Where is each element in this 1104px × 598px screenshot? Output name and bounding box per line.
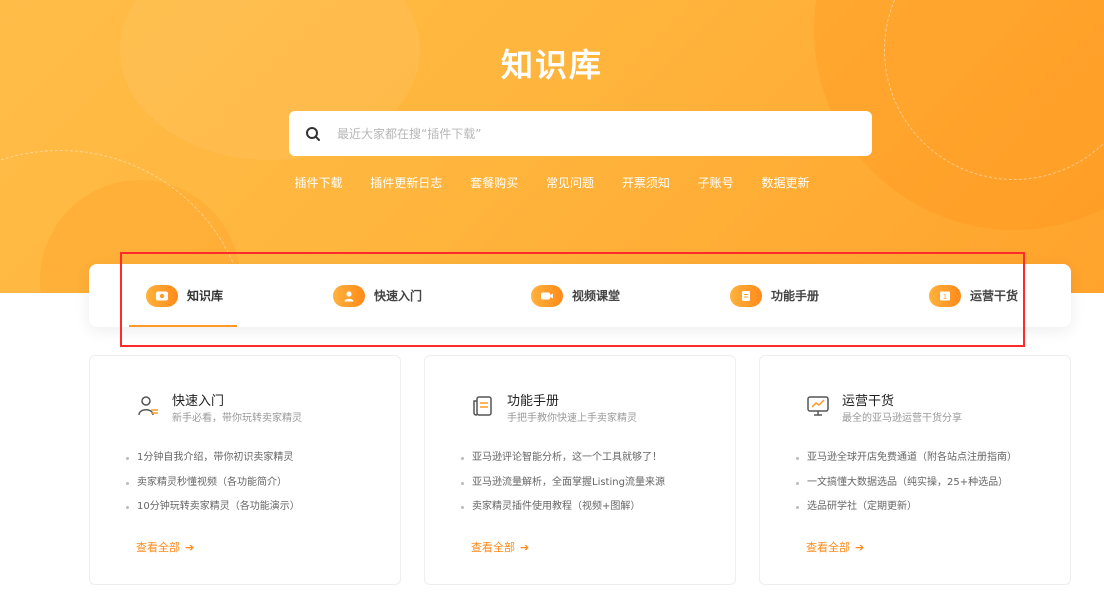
quick-link-plugin-download[interactable]: 插件下载	[294, 176, 342, 190]
quick-link-faq[interactable]: 常见问题	[546, 176, 594, 190]
tab-operations-tips[interactable]: 1 运营干货	[929, 264, 1018, 327]
chart-icon	[807, 396, 829, 416]
card-title: 功能手册	[507, 394, 560, 409]
article-link[interactable]: 亚马逊评论智能分析，这一个工具就够了！	[461, 451, 665, 476]
document-icon	[730, 284, 762, 307]
tab-label: 快速入门	[374, 289, 423, 303]
feature-manual-card: 功能手册 手把手教你快速上手卖家精灵 亚马逊评论智能分析，这一个工具就够了！ 亚…	[424, 355, 736, 585]
svg-text:1: 1	[943, 293, 947, 301]
active-tab-indicator	[129, 325, 237, 327]
tab-feature-manual[interactable]: 功能手册	[730, 264, 819, 327]
tab-knowledge-base[interactable]: 知识库	[146, 264, 223, 327]
article-link[interactable]: 一文搞懂大数据选品（纯实操，25+种选品）	[796, 476, 1017, 501]
article-link[interactable]: 10分钟玩转卖家精灵（各功能演示）	[126, 500, 300, 525]
view-all-link[interactable]: 查看全部 ➔	[136, 539, 194, 555]
quick-link-plugin-changelog[interactable]: 插件更新日志	[370, 176, 442, 190]
document-icon	[473, 396, 492, 416]
article-link[interactable]: 亚马逊流量解析，全面掌握Listing流量来源	[461, 476, 665, 501]
article-link[interactable]: 卖家精灵插件使用教程（视频+图解）	[461, 500, 665, 525]
tab-video-class[interactable]: 视频课堂	[531, 264, 620, 327]
view-all-link[interactable]: 查看全部 ➔	[806, 539, 864, 555]
article-link[interactable]: 亚马逊全球开店免费通道（附各站点注册指南）	[796, 451, 1017, 476]
quick-start-card: 快速入门 新手必看，带你玩转卖家精灵 1分钟自我介绍，带你初识卖家精灵 卖家精灵…	[89, 355, 401, 585]
article-link[interactable]: 选品研学社（定期更新）	[796, 500, 1017, 525]
view-all-label: 查看全部	[471, 541, 515, 554]
wallet-icon	[146, 284, 178, 307]
arrow-right-icon: ➔	[855, 540, 865, 554]
video-icon	[531, 284, 563, 307]
view-all-label: 查看全部	[806, 541, 850, 554]
arrow-right-icon: ➔	[520, 540, 530, 554]
quick-link-data-update[interactable]: 数据更新	[762, 176, 810, 190]
tab-label: 视频课堂	[572, 289, 621, 303]
card-article-list: 1分钟自我介绍，带你初识卖家精灵 卖家精灵秒懂视频（各功能简介） 10分钟玩转卖…	[126, 451, 300, 525]
user-icon	[333, 284, 365, 307]
card-title: 快速入门	[172, 394, 225, 409]
quick-link-package-purchase[interactable]: 套餐购买	[470, 176, 518, 190]
tab-quick-start[interactable]: 快速入门	[333, 264, 422, 327]
card-article-list: 亚马逊全球开店免费通道（附各站点注册指南） 一文搞懂大数据选品（纯实操，25+种…	[796, 451, 1017, 525]
card-subtitle: 最全的亚马逊运营干货分享	[842, 413, 962, 424]
hero-banner: 知识库 插件下载 插件更新日志 套餐购买 常见问题 开票须知 子账号 数据更新	[0, 0, 1104, 293]
view-all-link[interactable]: 查看全部 ➔	[471, 539, 529, 555]
tab-label: 功能手册	[771, 289, 820, 303]
article-link[interactable]: 卖家精灵秒懂视频（各功能简介）	[126, 476, 300, 501]
chart-icon: 1	[929, 284, 961, 307]
search-icon[interactable]	[305, 126, 321, 142]
search-input[interactable]	[337, 111, 872, 156]
tab-label: 运营干货	[970, 289, 1019, 303]
quick-links: 插件下载 插件更新日志 套餐购买 常见问题 开票须知 子账号 数据更新	[0, 174, 1104, 191]
category-tabs: 知识库 快速入门 视频课堂 功能手册 1 运营干货	[89, 264, 1071, 327]
quick-link-sub-account[interactable]: 子账号	[698, 176, 734, 190]
arrow-right-icon: ➔	[185, 540, 195, 554]
operations-tips-card: 运营干货 最全的亚马逊运营干货分享 亚马逊全球开店免费通道（附各站点注册指南） …	[759, 355, 1071, 585]
card-article-list: 亚马逊评论智能分析，这一个工具就够了！ 亚马逊流量解析，全面掌握Listing流…	[461, 451, 665, 525]
search-box[interactable]	[289, 111, 872, 156]
page-title: 知识库	[500, 46, 603, 84]
user-icon	[138, 396, 158, 416]
tab-label: 知识库	[187, 289, 224, 303]
card-title: 运营干货	[842, 394, 895, 409]
card-subtitle: 新手必看，带你玩转卖家精灵	[172, 413, 302, 424]
article-link[interactable]: 1分钟自我介绍，带你初识卖家精灵	[126, 451, 300, 476]
card-subtitle: 手把手教你快速上手卖家精灵	[507, 413, 637, 424]
quick-link-invoice-notes[interactable]: 开票须知	[622, 176, 670, 190]
view-all-label: 查看全部	[136, 541, 180, 554]
